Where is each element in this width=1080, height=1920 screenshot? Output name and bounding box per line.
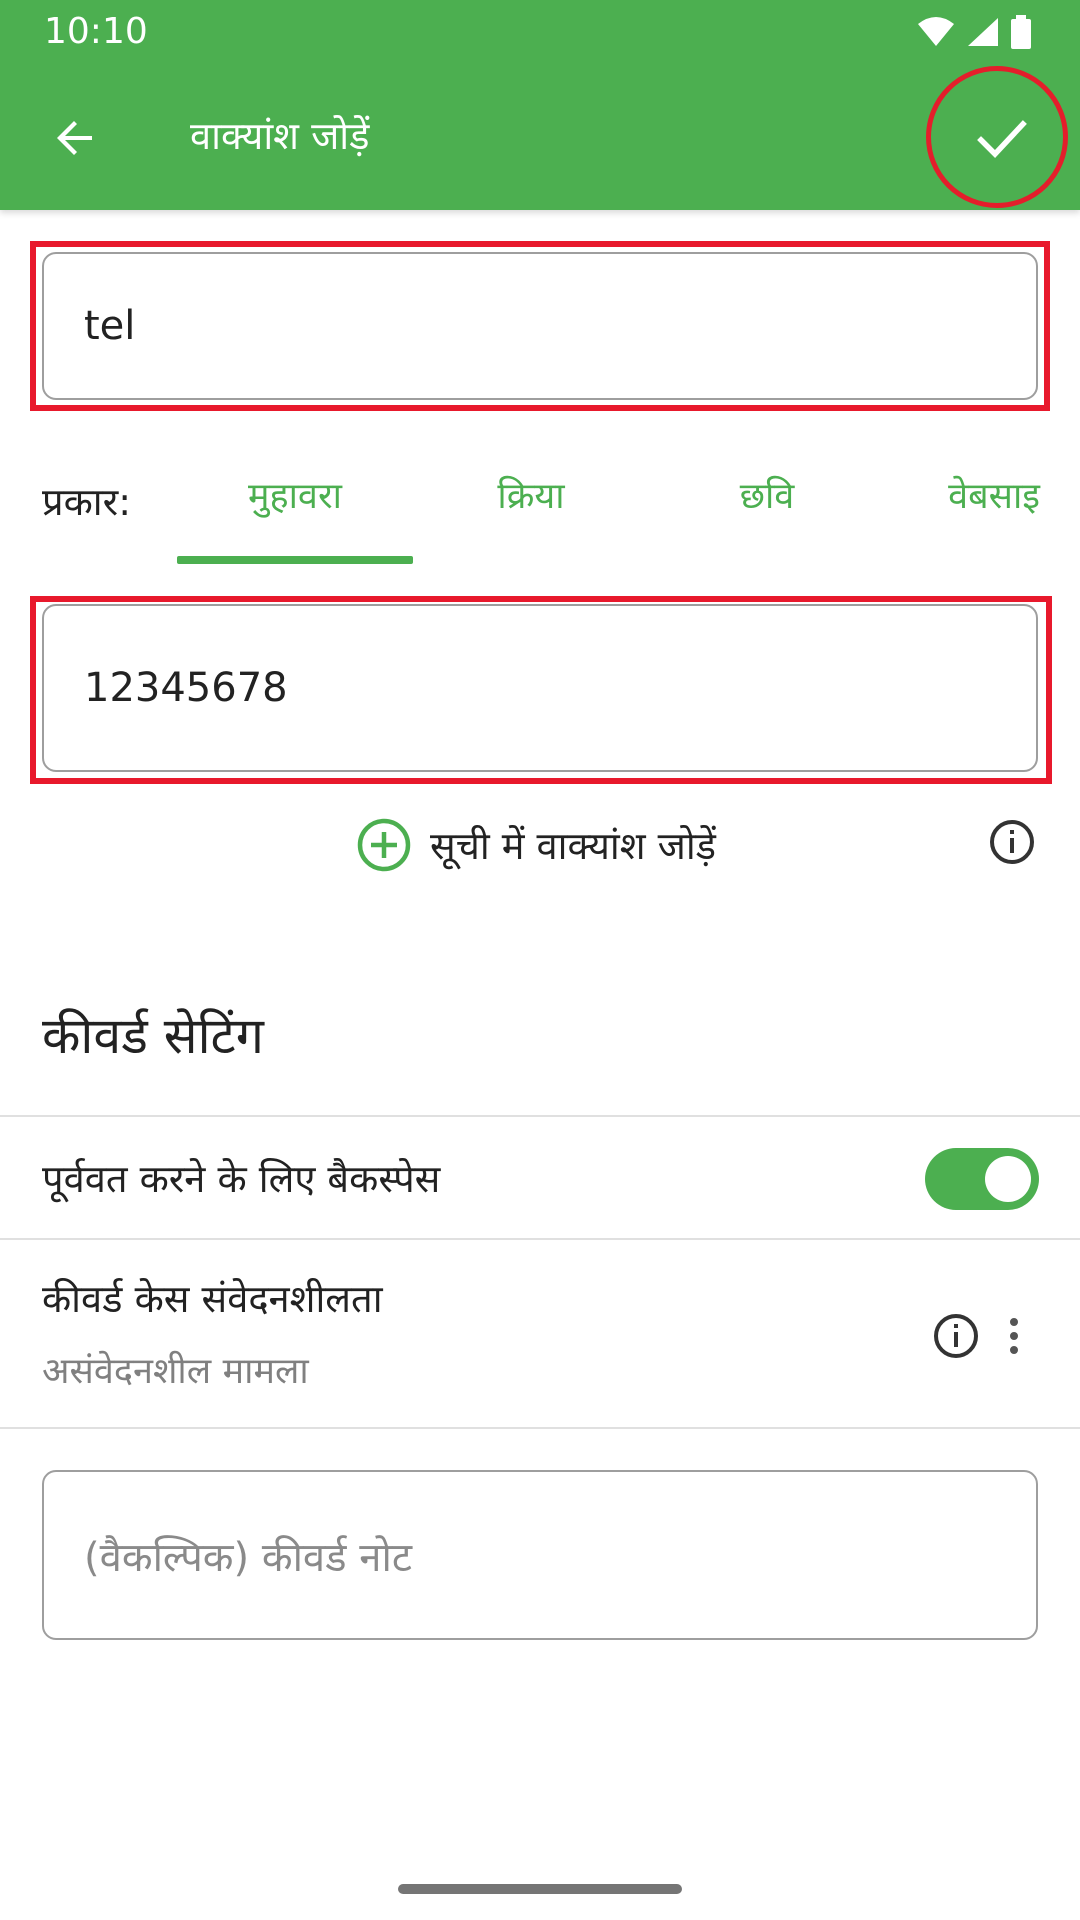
keyword-note-input[interactable]: (वैकल्पिक) कीवर्ड नोट: [42, 1470, 1038, 1640]
confirm-button[interactable]: [930, 70, 1074, 208]
home-indicator[interactable]: [398, 1884, 682, 1894]
divider: [0, 1238, 1080, 1240]
status-time: 10:10: [44, 11, 148, 52]
wifi-icon: [918, 17, 954, 46]
section-title: कीवर्ड सेटिंग: [42, 1007, 264, 1065]
toggle-knob: [985, 1156, 1031, 1202]
info-icon[interactable]: [988, 818, 1036, 866]
tab-label: वेबसाइ: [948, 476, 1040, 517]
phrase-input[interactable]: 12345678: [42, 604, 1038, 772]
backspace-undo-toggle[interactable]: [925, 1148, 1039, 1210]
signal-icon: [968, 18, 998, 46]
type-label: प्रकार:: [42, 480, 131, 524]
tab-label: मुहावरा: [247, 476, 343, 517]
tab-idiom[interactable]: मुहावरा: [177, 470, 413, 560]
case-sensitivity-label[interactable]: कीवर्ड केस संवेदनशीलता: [42, 1272, 383, 1324]
more-vert-icon[interactable]: [1000, 1312, 1028, 1360]
tab-label: छवि: [739, 476, 795, 517]
battery-icon: [1011, 15, 1031, 49]
tab-image[interactable]: छवि: [649, 470, 885, 560]
app-bar: 10:10 वाक्यांश जोड़ें: [0, 0, 1080, 210]
tab-verb[interactable]: क्रिया: [413, 470, 649, 560]
tab-label: क्रिया: [497, 476, 565, 517]
screen: 10:10 वाक्यांश जोड़ें tel प्रकार: मुहावर…: [0, 0, 1080, 1920]
tab-indicator: [177, 556, 413, 564]
check-icon: [977, 120, 1027, 158]
keyword-input[interactable]: tel: [42, 252, 1038, 400]
status-icons: [916, 14, 1032, 50]
case-sensitivity-value: असंवेदनशील मामला: [42, 1351, 309, 1392]
tab-website[interactable]: वेबसाइ: [885, 470, 1080, 560]
add-to-list-button[interactable]: सूची में वाक्यांश जोड़ें: [356, 815, 716, 875]
back-button[interactable]: [36, 98, 116, 178]
arrow-back-icon: [57, 121, 92, 155]
info-icon[interactable]: [932, 1312, 980, 1360]
add-circle-icon: [357, 818, 411, 872]
divider: [0, 1115, 1080, 1117]
add-to-list-label: सूची में वाक्यांश जोड़ें: [430, 824, 717, 868]
divider: [0, 1427, 1080, 1429]
backspace-undo-label: पूर्ववत करने के लिए बैकस्पेस: [42, 1157, 441, 1201]
page-title: वाक्यांश जोड़ें: [190, 114, 370, 158]
